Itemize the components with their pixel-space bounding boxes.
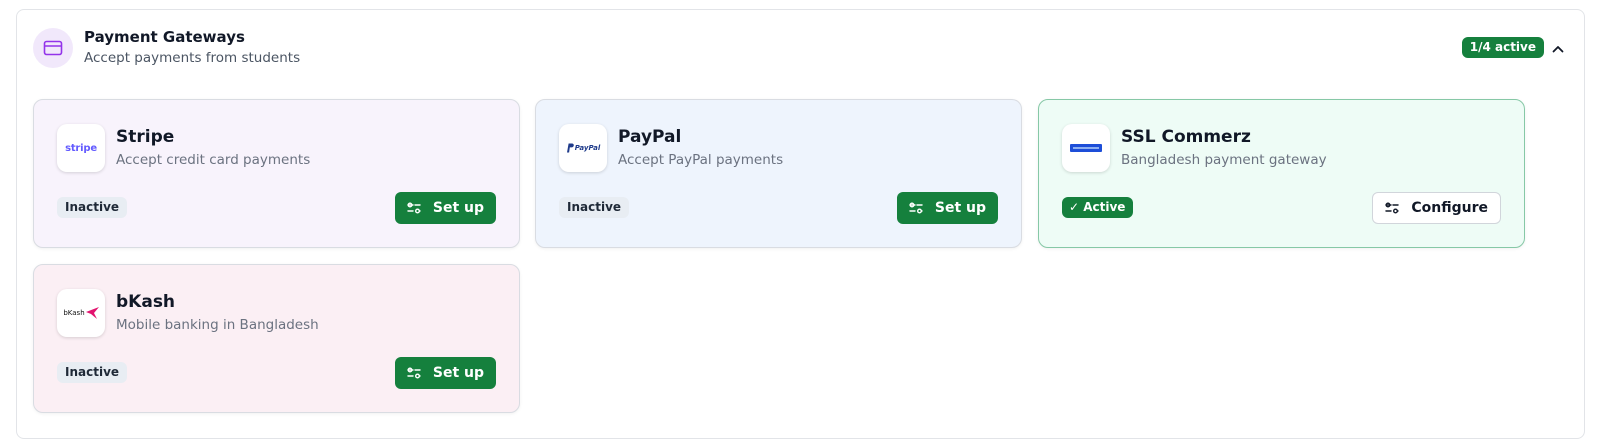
paypal-logo-text: PayPal: [574, 144, 601, 152]
collapse-button[interactable]: [1548, 36, 1568, 58]
chevron-up-icon: [1552, 38, 1564, 57]
gateway-card-bkash: bKash bKash Mobile banking in Bangladesh…: [33, 264, 520, 413]
gateway-description: Accept PayPal payments: [618, 152, 784, 168]
bkash-bird-icon: [85, 307, 99, 319]
setup-button-stripe[interactable]: Set up: [394, 192, 496, 224]
sliders-icon: [407, 201, 421, 215]
gateway-description: Accept credit card payments: [116, 152, 311, 168]
gateway-name: Stripe: [116, 127, 175, 147]
setup-button-paypal[interactable]: Set up: [896, 192, 998, 224]
gateway-card-paypal: PayPal PayPal Accept PayPal payments Ina…: [535, 99, 1022, 248]
button-label: Set up: [432, 365, 484, 381]
sslcommerz-logo: [1062, 124, 1110, 172]
sslcommerz-logo-mark: [1070, 144, 1102, 152]
section-header: Payment Gateways Accept payments from st…: [33, 28, 1568, 68]
button-label: Configure: [1411, 200, 1488, 216]
status-badge: ✓ Active: [1062, 197, 1134, 218]
button-label: Set up: [934, 200, 986, 216]
status-badge: Inactive: [57, 362, 128, 383]
sliders-icon: [909, 201, 923, 215]
gateway-name: PayPal: [618, 127, 682, 147]
stripe-logo: stripe: [57, 124, 105, 172]
section-title: Payment Gateways: [84, 28, 245, 46]
gateway-name: SSL Commerz: [1121, 127, 1251, 147]
check-icon: ✓: [1069, 200, 1084, 214]
active-count-badge: 1/4 active: [1461, 37, 1544, 58]
sliders-icon: [407, 366, 421, 380]
sliders-icon: [1385, 201, 1400, 215]
gateway-name: bKash: [116, 292, 176, 312]
section-subtitle: Accept payments from students: [84, 50, 301, 66]
payment-gateways-panel: Payment Gateways Accept payments from st…: [16, 9, 1585, 439]
paypal-logo: PayPal: [559, 124, 607, 172]
credit-card-icon: [33, 28, 73, 68]
bkash-logo-text: bKash: [63, 309, 85, 317]
setup-button-bkash[interactable]: Set up: [394, 357, 496, 389]
gateway-description: Mobile banking in Bangladesh: [116, 317, 319, 333]
button-label: Set up: [432, 200, 484, 216]
gateway-card-sslcommerz: SSL Commerz Bangladesh payment gateway ✓…: [1038, 99, 1525, 248]
configure-button-sslcommerz[interactable]: Configure: [1372, 192, 1501, 224]
gateway-card-stripe: stripe Stripe Accept credit card payment…: [33, 99, 520, 248]
paypal-p-icon: [566, 143, 574, 153]
stripe-logo-text: stripe: [65, 142, 97, 154]
gateway-description: Bangladesh payment gateway: [1121, 152, 1327, 168]
status-label: Active: [1083, 200, 1126, 214]
status-badge: Inactive: [559, 197, 630, 218]
status-badge: Inactive: [57, 197, 128, 218]
bkash-logo: bKash: [57, 289, 105, 337]
